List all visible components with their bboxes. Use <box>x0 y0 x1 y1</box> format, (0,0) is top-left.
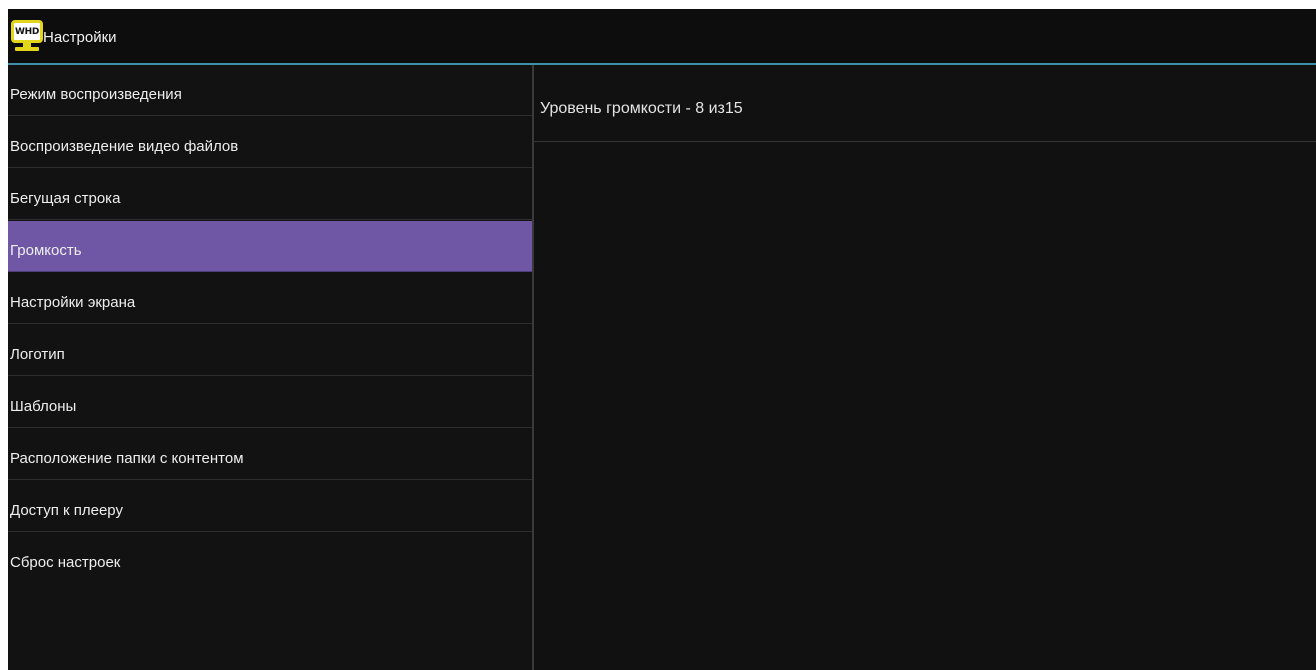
menu-item-label: Шаблоны <box>10 398 77 415</box>
menu-item-logo[interactable]: Логотип <box>8 325 532 376</box>
menu-item-label: Громкость <box>10 242 82 259</box>
menu-item-reset-settings[interactable]: Сброс настроек <box>8 533 532 584</box>
logo-stand-base <box>15 47 39 51</box>
settings-detail-panel: Уровень громкости - 8 из15 <box>534 65 1316 670</box>
menu-item-video-playback[interactable]: Воспроизведение видео файлов <box>8 117 532 168</box>
page-title: Настройки <box>43 29 117 46</box>
settings-screen: WHD Настройки Режим воспроизведения Восп… <box>8 9 1316 670</box>
volume-level-setting[interactable]: Уровень громкости - 8 из15 <box>534 65 1316 142</box>
menu-item-ticker[interactable]: Бегущая строка <box>8 169 532 220</box>
title-bar: WHD Настройки <box>8 9 1316 65</box>
menu-item-screen-settings[interactable]: Настройки экрана <box>8 273 532 324</box>
menu-item-label: Настройки экрана <box>10 294 136 311</box>
menu-item-label: Сброс настроек <box>10 554 121 571</box>
menu-item-player-access[interactable]: Доступ к плееру <box>8 481 532 532</box>
logo-screen: WHD <box>11 20 43 43</box>
menu-item-volume[interactable]: Громкость <box>8 221 532 272</box>
menu-item-label: Режим воспроизведения <box>10 86 182 103</box>
menu-item-label: Бегущая строка <box>10 190 121 207</box>
settings-menu: Режим воспроизведения Воспроизведение ви… <box>8 65 532 670</box>
menu-item-content-folder[interactable]: Расположение папки с контентом <box>8 429 532 480</box>
menu-item-label: Расположение папки с контентом <box>10 450 244 467</box>
menu-item-label: Доступ к плееру <box>10 502 123 519</box>
menu-item-label: Логотип <box>10 346 65 363</box>
menu-item-label: Воспроизведение видео файлов <box>10 138 239 155</box>
volume-level-label: Уровень громкости - 8 из15 <box>540 100 743 117</box>
menu-item-templates[interactable]: Шаблоны <box>8 377 532 428</box>
menu-item-playback-mode[interactable]: Режим воспроизведения <box>8 65 532 116</box>
logo-text: WHD <box>14 26 40 37</box>
